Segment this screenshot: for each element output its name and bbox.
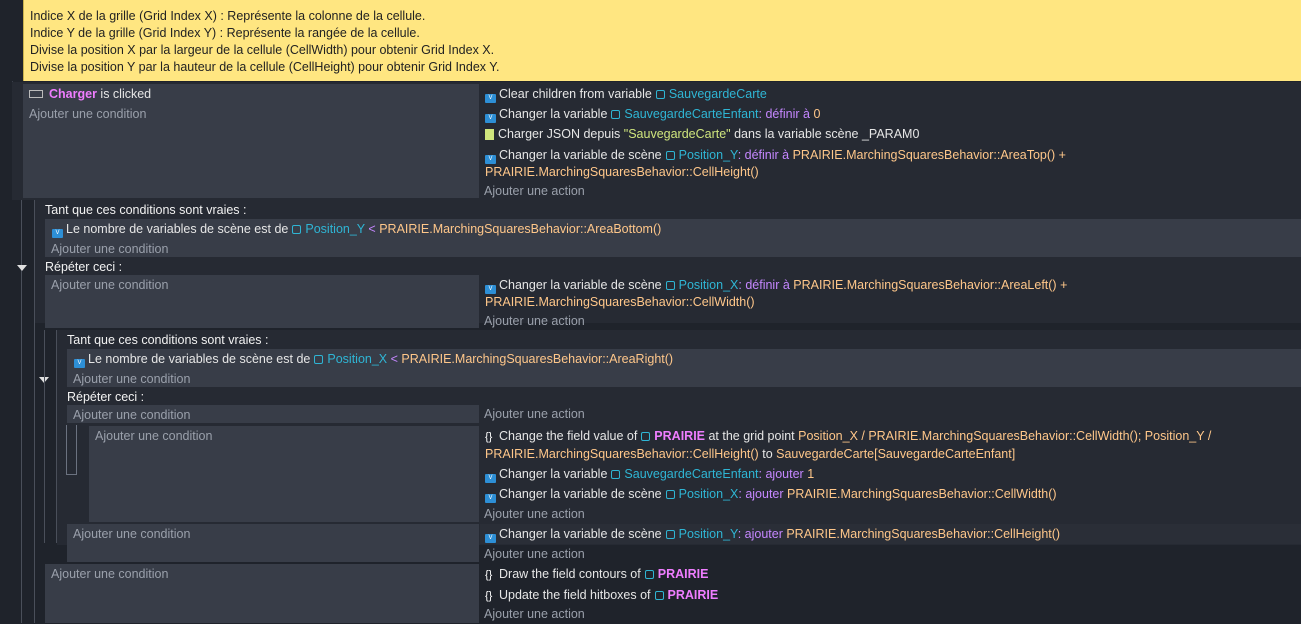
condition[interactable]: V Le nombre de variables de scène est de P…: [74, 349, 673, 369]
tree-line: [44, 330, 45, 543]
action[interactable]: V Changer la variable SauvegardeCarteEnfan…: [485, 104, 820, 124]
action[interactable]: {} Change the field value of PRAIRIE at th…: [485, 426, 1211, 446]
variable-icon: [665, 281, 675, 290]
action[interactable]: V Changer la variable de scène Position_X:…: [485, 484, 1057, 504]
comment-line: Divise la position Y par la hauteur de l…: [30, 60, 500, 74]
collapse-arrow-icon[interactable]: [17, 265, 27, 271]
action[interactable]: Charger JSON depuis "SauvegardeCarte" da…: [485, 124, 919, 144]
action-continuation: PRAIRIE.MarchingSquaresBehavior::CellWid…: [485, 295, 755, 309]
tree-line: [66, 425, 67, 475]
variable-icon: [665, 490, 675, 499]
object-icon: [641, 432, 651, 441]
tree-line: [21, 200, 22, 623]
tree-line: [76, 425, 77, 475]
add-condition[interactable]: Ajouter une condition: [73, 405, 190, 425]
object-name: Charger: [49, 87, 97, 101]
add-action[interactable]: Ajouter une action: [484, 504, 585, 524]
variable-condition-icon: V: [52, 229, 63, 238]
json-file-icon: [485, 129, 494, 140]
variable-icon: [292, 225, 302, 234]
add-action[interactable]: Ajouter une action: [484, 181, 585, 201]
add-action[interactable]: Ajouter une action: [484, 604, 585, 624]
variable-icon: [655, 90, 665, 99]
action[interactable]: {} Draw the field contours of PRAIRIE: [485, 564, 708, 584]
comment-note[interactable]: Indice X de la grille (Grid Index X) : R…: [23, 0, 1301, 81]
action[interactable]: V Changer la variable de scène Position_Y:…: [485, 524, 1060, 544]
button-icon: [29, 90, 43, 98]
comment-line: Divise la position X par la largeur de l…: [30, 43, 495, 57]
variable-icon: [314, 355, 324, 364]
object-icon: [654, 591, 664, 600]
action[interactable]: {} Update the field hitboxes of PRAIRIE: [485, 585, 718, 605]
while-header: Tant que ces conditions sont vraies :: [67, 333, 269, 347]
variable-action-icon: V: [485, 534, 496, 543]
variable-icon: [665, 151, 675, 160]
action[interactable]: V Changer la variable SauvegardeCarteEnfan…: [485, 464, 814, 484]
comment-line: Indice X de la grille (Grid Index X) : R…: [30, 9, 426, 23]
action-continuation: PRAIRIE.MarchingSquaresBehavior::CellHei…: [485, 447, 1016, 461]
add-condition[interactable]: Ajouter une condition: [95, 426, 212, 446]
add-action[interactable]: Ajouter une action: [484, 404, 585, 424]
object-icon: [644, 570, 654, 579]
condition[interactable]: V Le nombre de variables de scène est de P…: [52, 219, 661, 239]
add-condition[interactable]: Ajouter une condition: [51, 564, 168, 584]
variable-icon: [665, 530, 675, 539]
action-continuation: PRAIRIE.MarchingSquaresBehavior::CellHei…: [485, 165, 759, 179]
condition-button-clicked[interactable]: Charger is clicked: [29, 84, 151, 104]
variable-action-icon: V: [485, 494, 496, 503]
while-header: Tant que ces conditions sont vraies :: [45, 203, 247, 217]
variable-icon: [611, 110, 621, 119]
tree-line: [66, 474, 77, 475]
comment-line: Indice Y de la grille (Grid Index Y) : R…: [30, 26, 420, 40]
add-condition[interactable]: Ajouter une condition: [73, 369, 190, 389]
add-action[interactable]: Ajouter une action: [484, 311, 585, 331]
condition-text: is clicked: [100, 87, 152, 101]
repeat-header: Répéter ceci :: [67, 390, 145, 404]
add-condition[interactable]: Ajouter une condition: [51, 275, 168, 295]
add-condition[interactable]: Ajouter une condition: [29, 104, 146, 124]
variable-icon: [611, 470, 621, 479]
variable-condition-icon: V: [74, 359, 85, 368]
add-condition[interactable]: Ajouter une condition: [73, 524, 190, 544]
add-action[interactable]: Ajouter une action: [484, 544, 585, 564]
variable-action-icon: V: [485, 474, 496, 483]
repeat-header: Répéter ceci :: [45, 260, 123, 274]
extension-icon: {}: [485, 590, 493, 602]
action[interactable]: V Clear children from variable SauvegardeC…: [485, 84, 767, 104]
extension-icon: {}: [485, 569, 493, 581]
add-condition[interactable]: Ajouter une condition: [51, 239, 168, 259]
variable-action-icon: V: [485, 94, 496, 103]
variable-action-icon: V: [485, 114, 496, 123]
